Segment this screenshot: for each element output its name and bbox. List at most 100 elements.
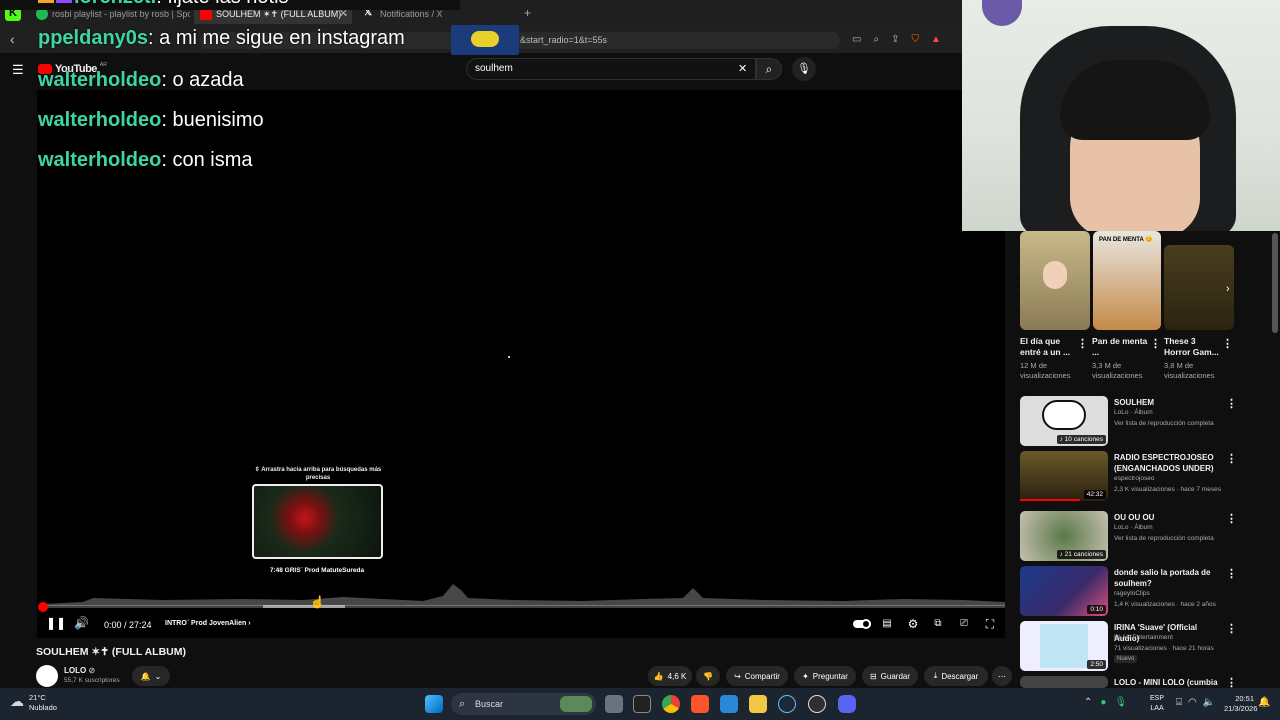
volume-icon: 🔈 (1202, 697, 1216, 708)
related-thumbnail[interactable]: ♪ 21 canciones (1020, 511, 1108, 561)
short-views: 3,3 M de visualizaciones (1092, 361, 1143, 380)
brave-icon[interactable] (691, 695, 709, 713)
short-title[interactable]: El día que entré a un ... (1020, 336, 1076, 358)
thumb-art (1040, 624, 1088, 668)
network-icon: ⌸ (1176, 697, 1182, 708)
voice-search-button[interactable]: 🎙 (792, 57, 816, 81)
search-button[interactable]: ⌕ (756, 58, 782, 80)
wifi-icon: ◠ (1188, 697, 1197, 708)
steam-icon[interactable] (778, 695, 796, 713)
related-thumbnail[interactable]: ♪ 10 canciones (1020, 396, 1108, 446)
short-thumbnail[interactable] (1020, 231, 1090, 330)
pause-button[interactable]: ❚❚ (46, 616, 66, 630)
related-thumbnail[interactable]: 0:10 (1020, 566, 1108, 616)
settings-icon[interactable]: ⚙ (906, 617, 920, 631)
chat-message: walterholdeo: buenisimo (38, 109, 264, 131)
more-icon[interactable]: ⋮ (1226, 452, 1237, 465)
rewards-icon[interactable]: ▲ (931, 34, 941, 48)
related-title[interactable]: SOULHEM (1114, 397, 1214, 408)
obs-icon[interactable] (808, 695, 826, 713)
task-view-icon[interactable] (605, 695, 623, 713)
volume-button[interactable]: 🔊 (74, 616, 89, 630)
related-title[interactable]: donde salio la portada de soulhem? (1114, 567, 1214, 589)
emote-shape (471, 31, 499, 47)
more-icon[interactable]: ⋮ (1077, 337, 1088, 350)
related-meta: 71 visualizaciones · hace 21 horas (1114, 645, 1214, 652)
taskbar-search[interactable]: ⌕ Buscar (451, 693, 596, 715)
download-button[interactable]: ⤓ Descargar (924, 666, 988, 686)
app-icon[interactable] (633, 695, 651, 713)
chat-message: walterholdeo: con isma (38, 149, 253, 171)
notifications-button[interactable]: 🔔 ⌄ (132, 666, 170, 686)
discord-icon[interactable] (838, 695, 856, 713)
related-title[interactable]: LOLO - MINI LOLO (cumbia (1114, 677, 1224, 687)
status-dot-icon[interactable]: ● (1100, 697, 1106, 708)
more-icon[interactable]: ⋮ (1150, 337, 1161, 350)
like-button[interactable]: 👍 4,6 K (648, 666, 692, 686)
search-icon: ⌕ (765, 62, 773, 76)
menu-icon[interactable]: ☰ (12, 62, 24, 78)
folder-icon[interactable] (749, 695, 767, 713)
search-input[interactable]: soulhem (466, 58, 756, 80)
chevron-up-icon[interactable]: ⌃ (1084, 697, 1092, 708)
clock[interactable]: 20:51 21/3/2026 (1224, 694, 1257, 714)
more-icon[interactable]: ⋮ (1226, 567, 1237, 580)
channel-avatar[interactable] (36, 665, 58, 687)
short-title[interactable]: Pan de menta ... (1092, 336, 1148, 358)
save-button[interactable]: ⊟ Guardar (862, 666, 918, 686)
start-icon[interactable] (425, 695, 443, 713)
share-icon[interactable]: ⇪ (891, 34, 899, 48)
short-thumbnail[interactable] (1164, 245, 1234, 330)
short-title[interactable]: These 3 Horror Gam... (1164, 336, 1220, 358)
notification-icon[interactable]: 🔔 (1258, 697, 1270, 708)
download-icon: ⤓ (933, 671, 938, 680)
store-icon[interactable] (720, 695, 738, 713)
sidebar-scrollbar[interactable] (1272, 233, 1278, 333)
fullscreen-icon[interactable]: ⛶ (983, 617, 997, 631)
related-meta: Ver lista de reproducción completa (1114, 535, 1214, 542)
more-actions-button[interactable]: ⋯ (992, 666, 1012, 686)
ask-button[interactable]: ✦ Preguntar (794, 666, 856, 686)
related-title[interactable]: OU OU OU (1114, 512, 1214, 523)
back-icon[interactable]: ‹ (10, 31, 15, 47)
more-icon[interactable]: ⋮ (1226, 512, 1237, 525)
chapter-button[interactable]: INTRO¨ Prod JovenAlien › (165, 620, 251, 627)
short-views: 3,8 M de visualizaciones (1164, 361, 1215, 380)
more-icon[interactable]: ⋮ (1226, 622, 1237, 635)
related-title[interactable]: RADIO ESPECTROJOSEO (ENGANCHADOS UNDER) (1114, 452, 1214, 474)
related-thumbnail[interactable]: 42:32 (1020, 451, 1108, 501)
more-icon[interactable]: ⋮ (1222, 337, 1233, 350)
autoplay-toggle[interactable] (853, 619, 871, 629)
cast-icon[interactable]: ▭ (852, 34, 861, 48)
tray-icons: ⌃ ● 🎙 (1084, 697, 1127, 708)
new-tab-button[interactable]: + (524, 6, 531, 20)
related-meta: 2,3 K visualizaciones · hace 7 meses (1114, 486, 1221, 493)
brave-shield-icon[interactable]: ⛉ (911, 34, 919, 48)
related-thumbnail[interactable] (1020, 676, 1108, 688)
chat-line-cut: lorenzeti: fijate las notis (0, 0, 460, 10)
progress-track[interactable] (43, 605, 1005, 608)
cast-icon[interactable]: ⎚ (957, 617, 971, 631)
miniplayer-icon[interactable]: ⧉ (931, 617, 945, 631)
chrome-icon[interactable] (662, 695, 680, 713)
system-icons[interactable]: ⌸ ◠ 🔈 (1176, 697, 1215, 708)
shelf-next-icon[interactable]: › (1226, 283, 1230, 295)
weather-widget[interactable]: ☁ 21°C Nublado (10, 693, 57, 713)
short-thumbnail[interactable]: PAN DE MENTA 😊 (1093, 231, 1161, 330)
subscriber-count: 55,7 K suscriptores (64, 677, 120, 684)
dislike-button[interactable]: 👎 (696, 666, 720, 686)
channel-name[interactable]: LOLO ⊘ (64, 666, 95, 675)
related-thumbnail[interactable]: 2:50 (1020, 621, 1108, 671)
progress-scrubber[interactable] (38, 602, 48, 612)
video-player[interactable]: ⇳ Arrastra hacia arriba para búsquedas m… (37, 90, 1005, 638)
subtitles-icon[interactable]: ▤ (880, 617, 894, 631)
clear-search-icon[interactable]: ✕ (738, 62, 747, 75)
microphone-icon[interactable]: 🎙 (1114, 697, 1127, 708)
language-indicator[interactable]: ESP LAA (1150, 694, 1164, 714)
zoom-icon[interactable]: ⌕ (873, 34, 879, 48)
more-icon[interactable]: ⋮ (1226, 397, 1237, 410)
share-button[interactable]: ↪ Compartir (726, 666, 788, 686)
chat-message: ppeldany0s: a mi me sigue en instagram (38, 27, 405, 49)
microphone-icon: 🎙 (797, 63, 811, 75)
chat-badge (38, 0, 54, 3)
